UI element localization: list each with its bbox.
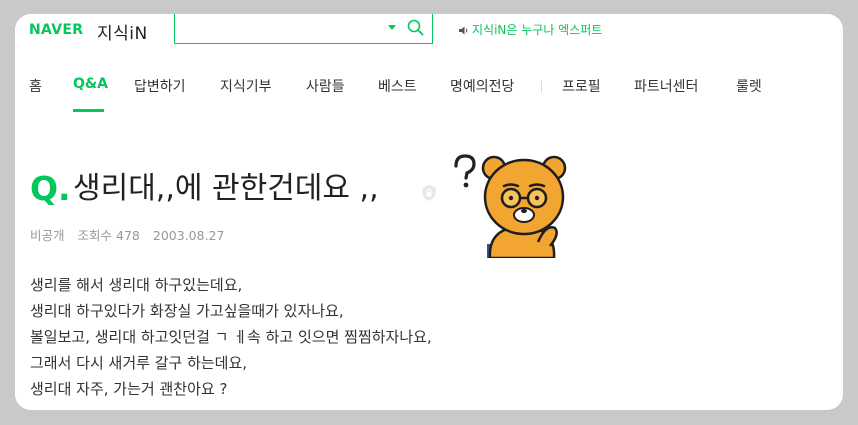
lock-icon	[422, 185, 436, 201]
search-icon[interactable]	[407, 19, 424, 36]
main-nav: 홈 Q&A 답변하기 지식기부 사람들 베스트 명예의전당 프로필 파트너센터 …	[15, 76, 843, 112]
post-date: 2003.08.27	[152, 228, 225, 243]
view-count: 조회수 478	[78, 228, 140, 243]
nav-item-qna[interactable]: Q&A	[73, 76, 108, 92]
nav-item-donation[interactable]: 지식기부	[220, 76, 272, 96]
notice-text: 지식iN은 누구나 엑스퍼트	[472, 23, 603, 37]
question-body: 생리를 해서 생리대 하구있는데요, 생리대 하구있다가 화장실 가고싶을때가 …	[30, 272, 432, 402]
nav-item-answer[interactable]: 답변하기	[134, 76, 186, 96]
body-line: 생리대 하구있다가 화장실 가고싶을때가 있자나요,	[30, 302, 344, 320]
nav-item-home[interactable]: 홈	[29, 76, 42, 96]
expert-notice-link[interactable]: 지식iN은 누구나 엑스퍼트	[458, 21, 602, 38]
body-line: 볼일보고, 생리대 하고잇던걸 ㄱ ㅔ속 하고 잇으면 찜찜하자나요,	[30, 328, 432, 346]
mascot-thinking-image	[454, 154, 567, 258]
kin-logo[interactable]: 지식iN	[97, 19, 148, 44]
question-title: 생리대,,에 관한건데요 ,,	[73, 171, 379, 206]
body-line: 그래서 다시 새거루 갈구 하는데요,	[30, 354, 248, 372]
nav-item-people[interactable]: 사람들	[306, 76, 345, 96]
nav-divider	[541, 80, 542, 93]
dropdown-caret-icon[interactable]	[388, 25, 396, 30]
nav-item-partner-center[interactable]: 파트너센터	[634, 76, 698, 96]
nav-item-best[interactable]: 베스트	[378, 76, 417, 96]
body-line: 생리대 자주, 가는거 괜찬아요 ?	[30, 380, 228, 398]
search-box[interactable]	[174, 14, 433, 44]
page-card: NAVER 지식iN 지식iN은 누구나 엑스퍼트 홈 Q&A 답변하기 지식기…	[15, 14, 843, 410]
views-value: 478	[116, 228, 140, 243]
speaker-icon	[459, 26, 468, 35]
nav-item-roulette[interactable]: 룰렛	[736, 76, 762, 96]
naver-logo[interactable]: NAVER	[29, 22, 83, 38]
author-name: 비공개	[30, 228, 65, 243]
nav-item-profile[interactable]: 프로필	[562, 76, 601, 96]
active-tab-indicator	[73, 109, 104, 112]
question-mark-label: Q.	[30, 169, 71, 208]
nav-item-hall-of-fame[interactable]: 명예의전당	[450, 76, 514, 96]
header: NAVER 지식iN 지식iN은 누구나 엑스퍼트	[15, 14, 843, 54]
views-label: 조회수	[77, 228, 113, 243]
question-meta: 비공개 조회수 478 2003.08.27	[30, 225, 237, 244]
body-line: 생리를 해서 생리대 하구있는데요,	[30, 276, 243, 294]
